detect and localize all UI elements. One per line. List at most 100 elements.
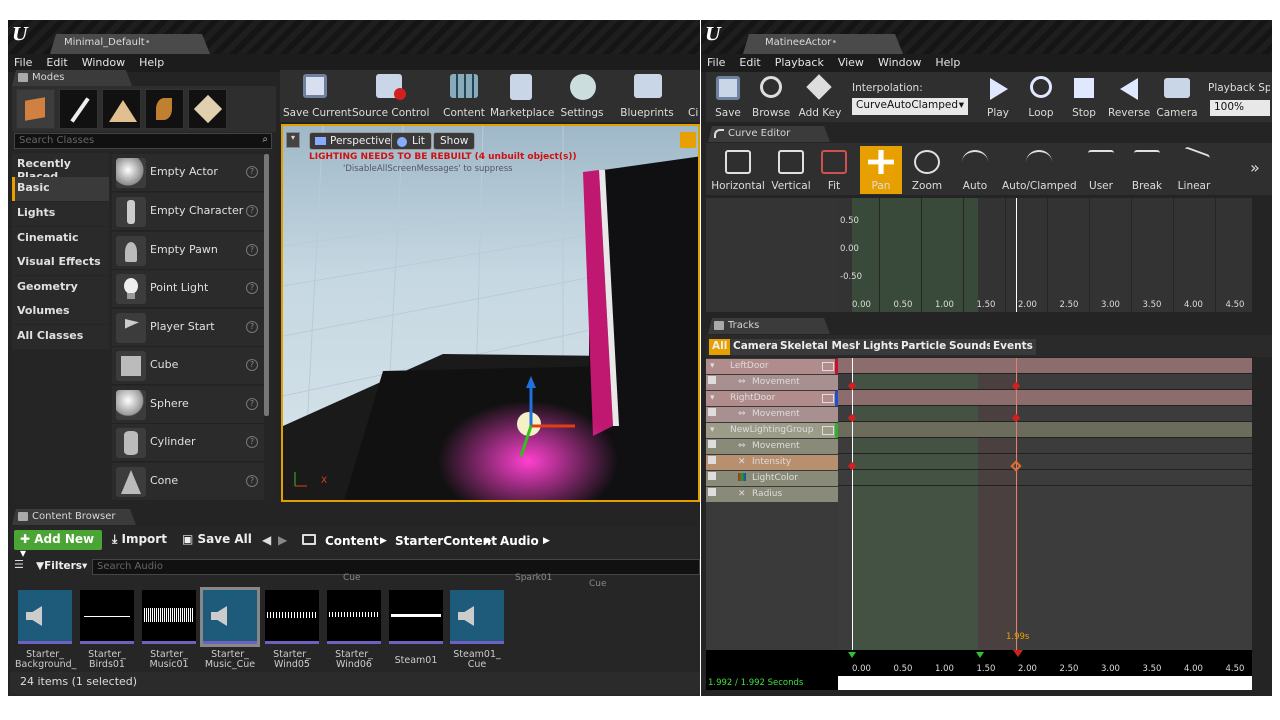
playback-speed-dropdown[interactable]: 100% [1210, 100, 1270, 116]
checkbox[interactable] [708, 408, 716, 416]
asset-thumb-starter-background[interactable] [18, 590, 72, 644]
checkbox[interactable] [708, 440, 716, 448]
menu-file[interactable]: File [14, 54, 40, 72]
source-control-button[interactable]: Source Control [352, 70, 429, 122]
menu-edit[interactable]: Edit [739, 54, 768, 72]
end-marker-icon[interactable] [1013, 650, 1023, 657]
asset-thumb-steam01[interactable] [389, 590, 443, 644]
modes-tab[interactable]: Modes [12, 70, 132, 86]
curve-time-cursor[interactable] [1016, 198, 1017, 312]
document-tab[interactable]: Minimal_Default• [50, 34, 210, 54]
asset-thumb-starter-birds[interactable] [80, 590, 134, 644]
loop-end-marker-icon[interactable] [976, 652, 984, 658]
menu-window[interactable]: Window [82, 54, 133, 72]
track-radius[interactable]: ✕ Radius [706, 487, 838, 502]
help-icon[interactable]: ? [246, 398, 258, 410]
help-icon[interactable]: ? [246, 244, 258, 256]
pan-button[interactable]: Pan [860, 146, 902, 194]
track-intensity[interactable]: ✕ Intensity [706, 455, 838, 470]
breadcrumb-startercontent[interactable]: StarterContent [395, 534, 497, 548]
tracks-tab[interactable]: Tracks [708, 318, 830, 334]
menu-help[interactable]: Help [139, 54, 172, 72]
cinematics-button[interactable]: Ci [684, 70, 700, 122]
filter-all[interactable]: All [709, 339, 731, 355]
maximize-viewport-icon[interactable] [680, 132, 696, 148]
place-item-empty-character[interactable]: Empty Character? [112, 193, 264, 231]
place-item-cone[interactable]: Cone? [112, 463, 264, 501]
timeline-scrollbar[interactable] [838, 676, 1252, 690]
place-item-cube[interactable]: Cube? [112, 347, 264, 385]
track-rightdoor[interactable]: ▾ RightDoor [706, 391, 838, 406]
perspective-button[interactable]: Perspective [309, 132, 398, 150]
more-chevron-icon[interactable]: » [1250, 158, 1260, 177]
curve-editor-tab[interactable]: Curve Editor [708, 126, 830, 142]
add-key-button[interactable]: Add Key [798, 72, 842, 122]
help-icon[interactable]: ? [246, 359, 258, 371]
vertical-fit-button[interactable]: Vertical [768, 146, 814, 194]
camera-button[interactable]: Camera [1156, 72, 1198, 122]
auto-clamped-button[interactable]: Auto/Clamped [1002, 146, 1077, 194]
interpolation-dropdown[interactable]: CurveAutoClamped ▾ [852, 98, 968, 115]
help-icon[interactable]: ? [246, 205, 258, 217]
reverse-button[interactable]: Reverse [1108, 72, 1150, 122]
expand-icon[interactable]: ▾ [710, 393, 715, 403]
save-button[interactable]: Save [710, 72, 746, 122]
checkbox[interactable] [708, 488, 716, 496]
track-newlightinggroup[interactable]: ▾ NewLightingGroup [706, 423, 838, 438]
landscape-mode-icon[interactable] [102, 89, 141, 129]
track-timeline[interactable]: 1.99s [838, 358, 1252, 650]
asset-thumb-starter-music-cue[interactable] [200, 587, 260, 647]
category-basic[interactable]: Basic [12, 177, 109, 201]
place-panel-scrollbar[interactable] [264, 154, 269, 416]
paint-mode-icon[interactable] [59, 89, 98, 129]
track-rightdoor-movement[interactable]: ⇔ Movement [706, 407, 838, 422]
fit-button[interactable]: Fit [818, 146, 850, 194]
save-current-button[interactable]: Save Current [283, 70, 352, 122]
menu-help[interactable]: Help [935, 54, 968, 72]
menu-window[interactable]: Window [878, 54, 929, 72]
start-marker-icon[interactable] [848, 652, 856, 658]
asset-thumb-starter-music[interactable] [142, 590, 196, 644]
linear-button[interactable]: Linear [1172, 146, 1216, 194]
level-viewport[interactable]: ▾ Perspective Lit Show LIGHTING NEEDS TO… [281, 124, 700, 502]
checkbox[interactable] [708, 472, 716, 480]
show-button[interactable]: Show [433, 132, 476, 150]
category-volumes[interactable]: Volumes [12, 300, 109, 324]
place-item-cylinder[interactable]: Cylinder? [112, 424, 264, 462]
checkbox[interactable] [708, 456, 716, 464]
place-item-empty-pawn[interactable]: Empty Pawn? [112, 232, 264, 270]
search-audio-input[interactable]: Search Audio [92, 559, 700, 575]
category-lights[interactable]: Lights [12, 202, 109, 226]
place-item-point-light[interactable]: Point Light? [112, 270, 264, 308]
expand-icon[interactable]: ▾ [710, 425, 715, 435]
category-recently-placed[interactable]: Recently Placed [12, 153, 109, 183]
search-classes-input[interactable]: Search Classes ⌕ [14, 133, 272, 149]
filter-events[interactable]: Events [990, 339, 1036, 355]
place-item-player-start[interactable]: Player Start? [112, 309, 264, 347]
loop-button[interactable]: Loop [1022, 72, 1060, 122]
viewport-options-button[interactable]: ▾ [286, 132, 300, 148]
help-icon[interactable]: ? [246, 321, 258, 333]
history-back-icon[interactable]: ◀ [262, 533, 271, 547]
curve-graph[interactable] [838, 198, 1252, 312]
track-lightcolor[interactable]: LightColor [706, 471, 838, 486]
content-button[interactable]: Content [442, 70, 486, 122]
break-button[interactable]: Break [1126, 146, 1168, 194]
place-item-empty-actor[interactable]: Empty Actor? [112, 154, 264, 192]
geometry-mode-icon[interactable] [188, 89, 227, 129]
browse-button[interactable]: Browse [752, 72, 790, 122]
filter-lights[interactable]: Lights [860, 339, 903, 355]
place-item-sphere[interactable]: Sphere? [112, 386, 264, 424]
menu-edit[interactable]: Edit [46, 54, 75, 72]
help-icon[interactable]: ? [246, 436, 258, 448]
play-button[interactable]: Play [980, 72, 1016, 122]
filters-button[interactable]: ▼Filters▾ [36, 560, 87, 572]
timeline-time-cursor[interactable] [1016, 358, 1017, 650]
expand-icon[interactable]: ▾ [710, 361, 715, 371]
horizontal-fit-button[interactable]: Horizontal [710, 146, 766, 194]
foliage-mode-icon[interactable] [145, 89, 184, 129]
category-all-classes[interactable]: All Classes [12, 325, 109, 349]
add-new-button[interactable]: ✚ Add New ▾ [14, 530, 102, 560]
track-leftdoor-movement[interactable]: ⇔ Movement [706, 375, 838, 390]
menu-playback[interactable]: Playback [775, 54, 832, 72]
